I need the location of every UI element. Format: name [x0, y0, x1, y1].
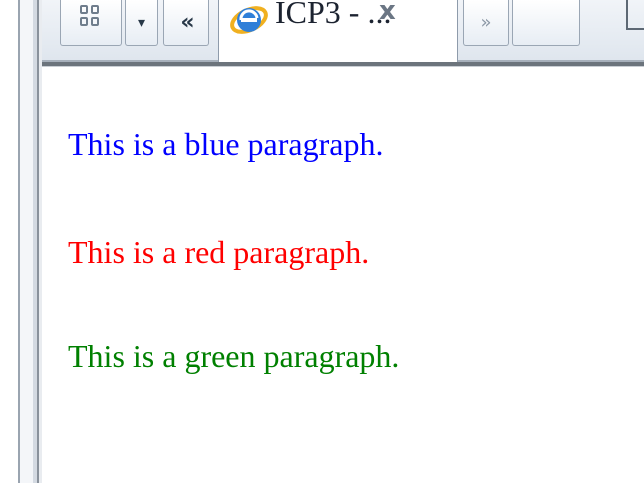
window-frame-left — [18, 0, 42, 483]
double-chevron-left-icon: « — [180, 10, 194, 35]
ie-favicon-icon — [230, 6, 268, 34]
page-icon[interactable] — [626, 0, 644, 30]
quick-tabs-icon — [80, 4, 102, 33]
green-paragraph: This is a green paragraph. — [68, 338, 400, 374]
tab-title: ICP3 - ... — [275, 0, 392, 30]
scroll-tabs-left-button[interactable]: « — [163, 0, 209, 46]
quick-tabs-button[interactable] — [60, 0, 122, 46]
new-tab-button[interactable] — [512, 0, 580, 46]
double-chevron-right-icon: » — [480, 12, 492, 33]
chevron-down-icon: ▾ — [137, 14, 146, 31]
red-paragraph: This is a red paragraph. — [68, 234, 370, 270]
content-border-inner — [42, 66, 644, 67]
close-icon[interactable]: x — [379, 0, 396, 26]
tab-active[interactable]: ICP3 - ... x — [218, 0, 458, 64]
tab-list-button[interactable]: ▾ — [125, 0, 158, 46]
scroll-tabs-right-button[interactable]: » — [463, 0, 509, 46]
blue-paragraph: This is a blue paragraph. — [68, 126, 384, 162]
